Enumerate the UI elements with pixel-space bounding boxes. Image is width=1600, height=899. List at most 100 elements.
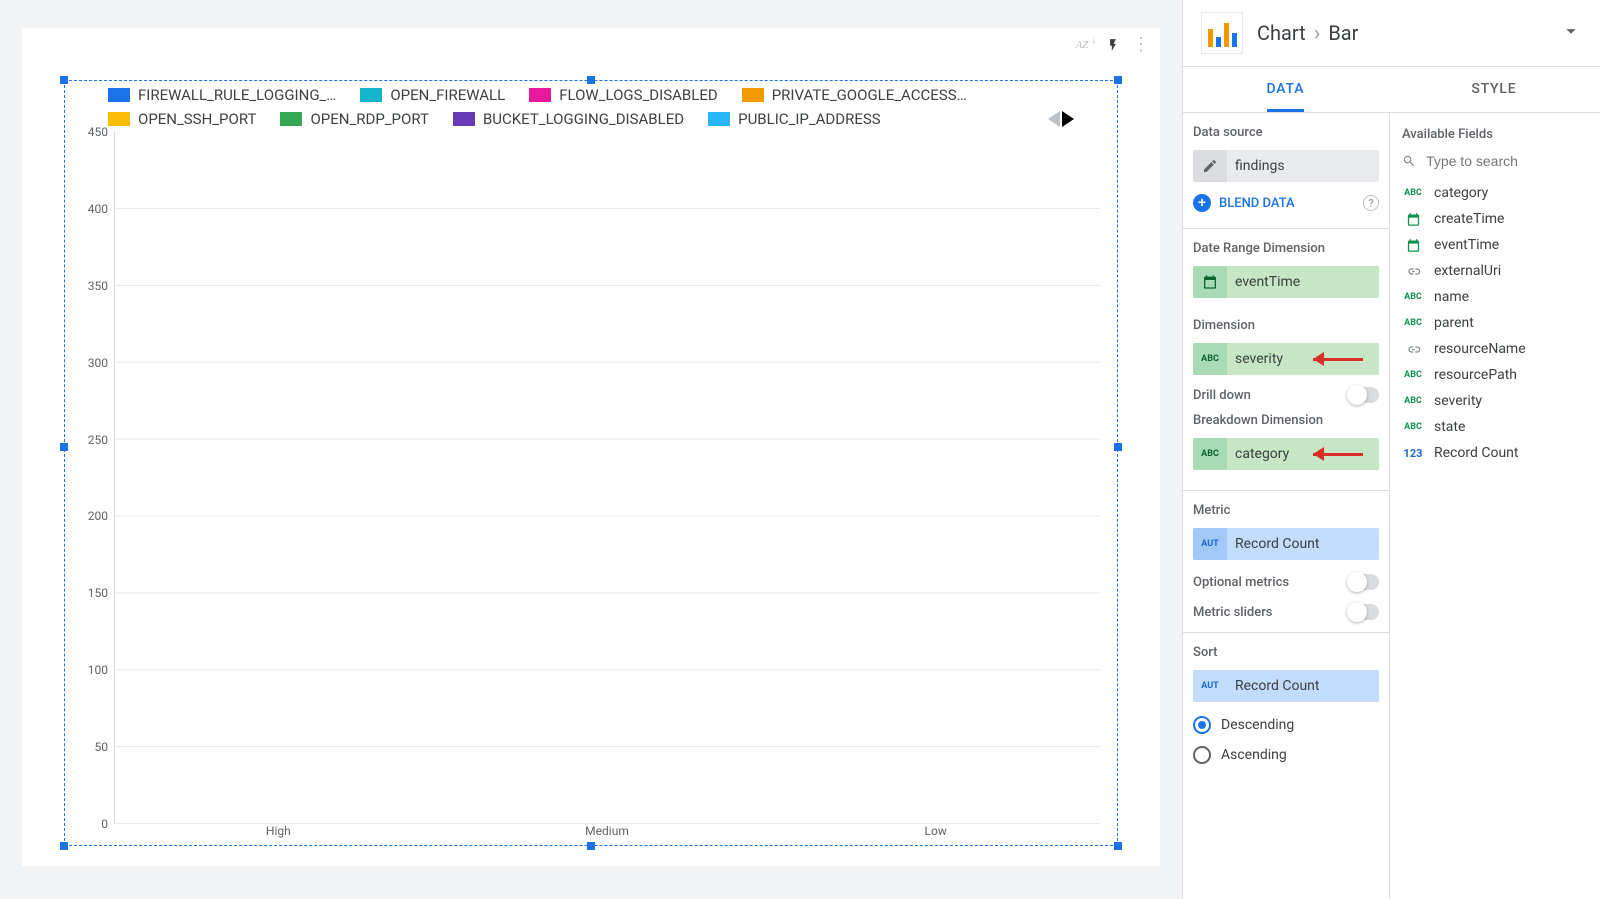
sort-chip[interactable]: AUT Record Count <box>1193 670 1379 702</box>
sort-icon[interactable]: AZ <box>1076 36 1094 54</box>
resize-handle[interactable] <box>60 76 68 84</box>
legend-label: PUBLIC_IP_ADDRESS <box>738 110 881 128</box>
y-tick: 450 <box>88 125 108 139</box>
metric-sliders-toggle[interactable] <box>1347 604 1379 620</box>
chart-area: FIREWALL_RULE_LOGGING_… OPEN_FIREWALL FLOW… <box>82 86 1100 838</box>
metric-sliders-row: Metric sliders <box>1193 604 1379 620</box>
number-icon: 123 <box>1402 447 1424 460</box>
field-name: resourcePath <box>1434 367 1517 383</box>
metric-value: Record Count <box>1227 536 1379 552</box>
date-range-value: eventTime <box>1227 274 1379 290</box>
blend-data-button[interactable]: + BLEND DATA ? <box>1193 190 1379 216</box>
legend-item[interactable]: FLOW_LOGS_DISABLED <box>529 86 718 104</box>
resize-handle[interactable] <box>587 842 595 850</box>
abc-icon: ABC <box>1402 370 1424 380</box>
section-dimension: Dimension ABC severity Drill down Breakd… <box>1183 306 1389 491</box>
sort-ascending[interactable]: Ascending <box>1193 740 1379 770</box>
legend-item[interactable]: OPEN_RDP_PORT <box>280 110 428 128</box>
section-data-source: Data source findings + BLEND DATA ? <box>1183 113 1389 229</box>
resize-handle[interactable] <box>1114 842 1122 850</box>
field-name: name <box>1434 289 1469 305</box>
field-name: externalUri <box>1434 263 1501 279</box>
legend-item[interactable]: OPEN_SSH_PORT <box>108 110 256 128</box>
field-name: resourceName <box>1434 341 1526 357</box>
legend-item[interactable]: BUCKET_LOGGING_DISABLED <box>453 110 684 128</box>
field-row[interactable]: ABCcategory <box>1402 180 1588 206</box>
more-icon[interactable]: ⋮ <box>1132 36 1150 54</box>
available-fields-column: Available Fields ABCcategorycreateTime ev… <box>1390 113 1600 899</box>
legend-label: FIREWALL_RULE_LOGGING_… <box>138 86 336 104</box>
tab-data[interactable]: DATA <box>1267 67 1305 112</box>
legend-item[interactable]: PRIVATE_GOOGLE_ACCESS… <box>742 86 967 104</box>
optional-metrics-toggle[interactable] <box>1347 574 1379 590</box>
resize-handle[interactable] <box>60 842 68 850</box>
field-row[interactable]: ABC resourcePath <box>1402 362 1588 388</box>
date-range-chip[interactable]: eventTime <box>1193 266 1379 298</box>
dimension-value: severity <box>1227 351 1379 367</box>
bolt-icon[interactable] <box>1104 36 1122 54</box>
metric-chip[interactable]: AUT Record Count <box>1193 528 1379 560</box>
y-tick: 350 <box>88 279 108 293</box>
y-tick: 0 <box>101 817 108 831</box>
chart-type-icon[interactable] <box>1201 12 1243 54</box>
breakdown-label: Breakdown Dimension <box>1193 413 1379 428</box>
field-search[interactable] <box>1402 152 1588 170</box>
tab-style[interactable]: STYLE <box>1471 67 1516 112</box>
chart-card[interactable]: AZ ⋮ FIREWALL_RULE_LOGGING_… OPEN_FIREWAL… <box>22 28 1160 866</box>
sort-descending[interactable]: Descending <box>1193 710 1379 740</box>
field-search-input[interactable] <box>1424 152 1588 170</box>
y-tick: 50 <box>95 740 109 754</box>
abc-icon: ABC <box>1402 188 1424 198</box>
dimension-chip[interactable]: ABC severity <box>1193 343 1379 375</box>
resize-handle[interactable] <box>587 76 595 84</box>
triangle-left-icon <box>1048 111 1060 127</box>
help-icon[interactable]: ? <box>1363 195 1379 211</box>
legend-swatch <box>453 112 475 126</box>
legend-item[interactable]: PUBLIC_IP_ADDRESS <box>708 110 881 128</box>
legend-label: BUCKET_LOGGING_DISABLED <box>483 110 684 128</box>
resize-handle[interactable] <box>60 443 68 451</box>
resize-handle[interactable] <box>1114 76 1122 84</box>
field-row[interactable]: ABCparent <box>1402 310 1588 336</box>
canvas-area: AZ ⋮ FIREWALL_RULE_LOGGING_… OPEN_FIREWAL… <box>0 0 1182 899</box>
field-row[interactable]: eventTime <box>1402 232 1588 258</box>
field-row[interactable]: ABCstate <box>1402 414 1588 440</box>
field-row[interactable]: resourceName <box>1402 336 1588 362</box>
field-row[interactable]: 123Record Count <box>1402 440 1588 466</box>
breadcrumb[interactable]: Chart › Bar <box>1257 21 1546 46</box>
field-name: eventTime <box>1434 237 1499 253</box>
breakdown-chip[interactable]: ABC category <box>1193 438 1379 470</box>
y-tick: 100 <box>88 663 108 677</box>
y-tick: 200 <box>88 509 108 523</box>
drill-down-toggle[interactable] <box>1347 387 1379 403</box>
abc-icon: ABC <box>1402 422 1424 432</box>
legend-pager[interactable] <box>1048 110 1074 128</box>
y-tick: 150 <box>88 586 108 600</box>
field-row[interactable]: ABCname <box>1402 284 1588 310</box>
legend-swatch <box>108 88 130 102</box>
field-row[interactable]: externalUri <box>1402 258 1588 284</box>
legend-item[interactable]: FIREWALL_RULE_LOGGING_… <box>108 86 336 104</box>
chevron-down-icon[interactable] <box>1560 20 1582 46</box>
field-name: severity <box>1434 393 1482 409</box>
tabs: DATA STYLE <box>1183 67 1600 113</box>
sort-label: Sort <box>1193 645 1379 660</box>
data-source-label: Data source <box>1193 125 1379 140</box>
abc-icon: ABC <box>1402 318 1424 328</box>
legend-item[interactable]: OPEN_FIREWALL <box>360 86 505 104</box>
data-source-chip[interactable]: findings <box>1193 150 1379 182</box>
resize-handle[interactable] <box>1114 443 1122 451</box>
field-row[interactable]: ABCseverity <box>1402 388 1588 414</box>
field-row[interactable]: createTime <box>1402 206 1588 232</box>
x-axis: HighMediumLow <box>82 824 1100 838</box>
x-tick: Low <box>771 824 1100 838</box>
radio-icon <box>1193 716 1211 734</box>
chart-toolbar: AZ ⋮ <box>1076 36 1150 54</box>
y-tick: 300 <box>88 356 108 370</box>
radio-icon <box>1193 746 1211 764</box>
breadcrumb-leaf: Bar <box>1328 21 1358 45</box>
available-fields-title: Available Fields <box>1402 127 1588 142</box>
calendar-icon <box>1402 238 1424 253</box>
dimension-label: Dimension <box>1193 318 1379 333</box>
legend-label: OPEN_SSH_PORT <box>138 110 256 128</box>
